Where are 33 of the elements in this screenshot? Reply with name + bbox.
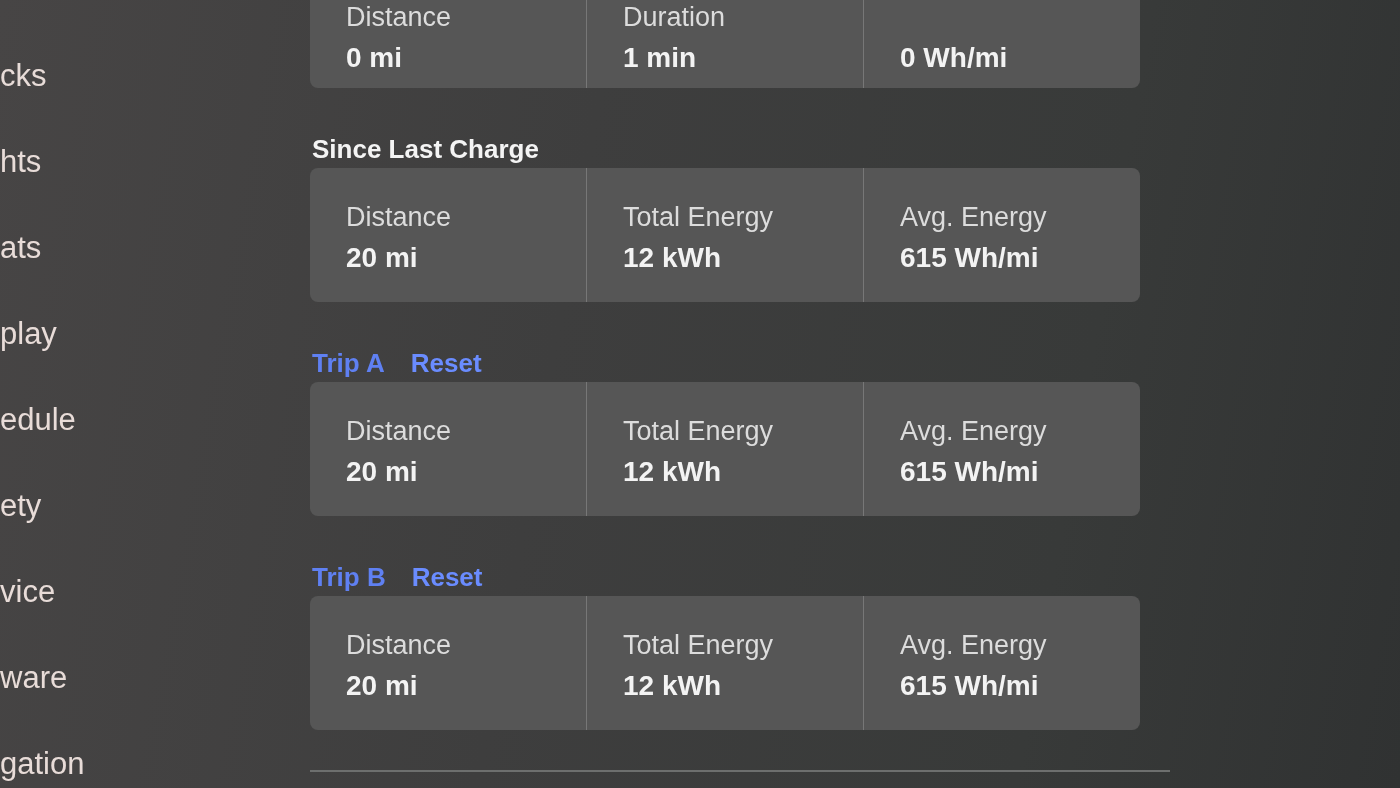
stat-value: 615 Wh/mi: [900, 669, 1039, 702]
settings-menu-item[interactable]: edule: [0, 402, 76, 438]
stat-label: Total Energy: [623, 416, 774, 447]
stat-label: Total Energy: [623, 630, 774, 661]
stat-value: 615 Wh/mi: [900, 241, 1039, 274]
stat-label: Distance: [346, 2, 452, 33]
stat-label: Distance: [346, 630, 452, 661]
settings-menu-item[interactable]: ety: [0, 488, 42, 524]
stat-value: 20 mi: [346, 455, 418, 488]
stat-value: 20 mi: [346, 241, 418, 274]
stat-label: Avg. Energy: [900, 630, 1047, 661]
stat-label: Duration: [623, 2, 726, 33]
settings-menu-item[interactable]: hts: [0, 144, 42, 180]
stat-value: 1 min: [623, 41, 697, 74]
section-heading: Since Last Charge: [312, 134, 539, 164]
stat-label: Total Energy: [623, 202, 774, 233]
settings-menu-item[interactable]: ware: [0, 660, 68, 696]
stat-value: 0 mi: [346, 41, 403, 74]
settings-menu-item[interactable]: play: [0, 316, 57, 352]
settings-menu-item[interactable]: gation: [0, 746, 85, 782]
settings-menu-item[interactable]: ats: [0, 230, 42, 266]
stat-label: Distance: [346, 416, 452, 447]
stat-value: 615 Wh/mi: [900, 455, 1039, 488]
settings-menu-item[interactable]: cks: [0, 58, 47, 94]
stat-value: 0 Wh/mi: [900, 41, 1008, 74]
stat-label: Distance: [346, 202, 452, 233]
stat-value: 12 kWh: [623, 669, 722, 702]
stat-value: 12 kWh: [623, 455, 722, 488]
stat-label: Avg. Energy: [900, 416, 1047, 447]
stat-value: 20 mi: [346, 669, 418, 702]
stat-label: Avg. Energy: [900, 202, 1047, 233]
stat-value: 12 kWh: [623, 241, 722, 274]
settings-menu-item[interactable]: vice: [0, 574, 56, 610]
